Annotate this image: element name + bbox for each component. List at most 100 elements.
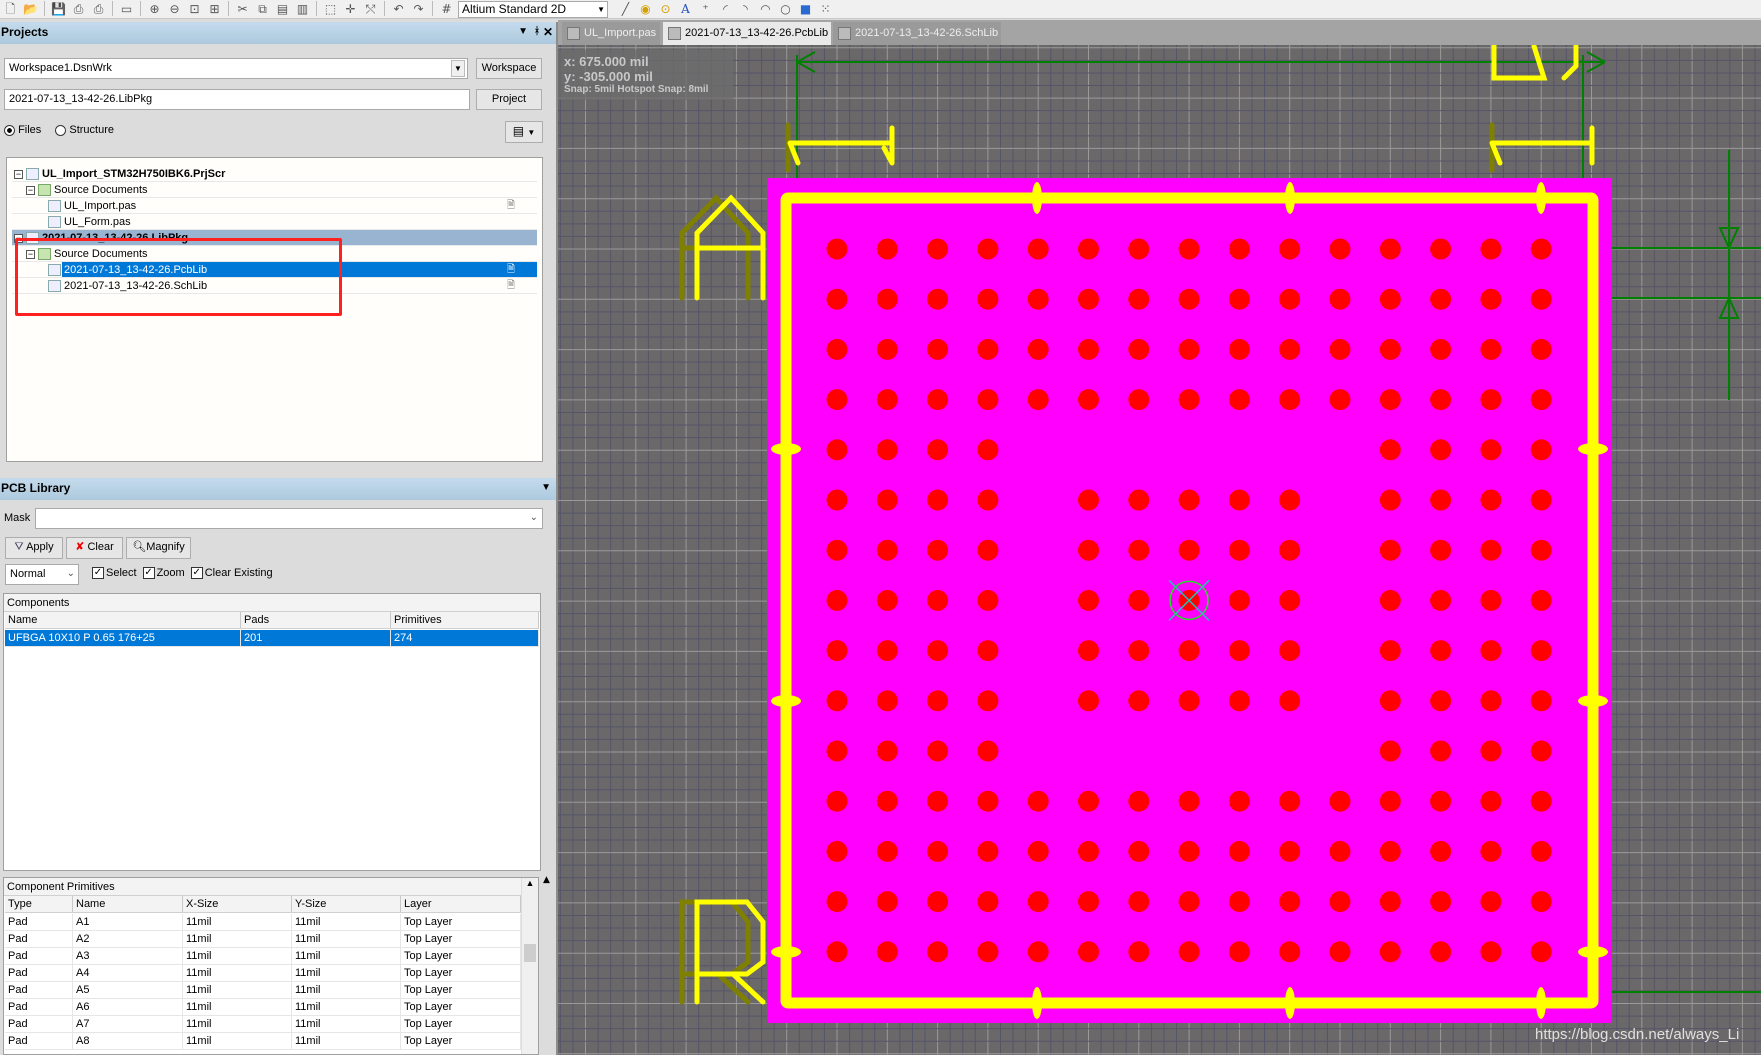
checkmark-icon: ✓	[190, 567, 203, 580]
bga-pad	[1128, 640, 1150, 662]
cut-icon[interactable]: ✂	[234, 1, 251, 17]
zoom-in-icon[interactable]: ⊕	[146, 1, 163, 17]
tree-item[interactable]: − Source Documents	[12, 182, 537, 198]
pad-icon[interactable]: ◉	[637, 1, 654, 17]
new-file-icon[interactable]: 🗋	[2, 1, 19, 17]
magnify-button[interactable]: 🔍︎Magnify	[126, 537, 191, 559]
table-row[interactable]: Pad A6 11mil 11mil Top Layer	[5, 999, 521, 1016]
project-options-button[interactable]: ▤ ▼	[505, 121, 543, 143]
panel-menu-icon[interactable]: ▼	[518, 22, 528, 42]
collapse-icon[interactable]: −	[14, 169, 23, 179]
zoom-fit-icon[interactable]: ⊡	[186, 1, 203, 17]
bga-pad	[1279, 539, 1301, 561]
bga-pad	[826, 790, 848, 812]
bga-pad	[1128, 690, 1150, 712]
deselect-icon[interactable]: ⤲	[362, 1, 379, 17]
bga-pad	[1480, 489, 1502, 511]
arc-edge-icon[interactable]: ◝	[737, 1, 754, 17]
clear-button[interactable]: ✘ Clear	[66, 537, 123, 559]
string-icon[interactable]: A	[677, 1, 694, 17]
print-preview-icon[interactable]: ⎙	[90, 1, 107, 17]
apply-button[interactable]: ⛛ Apply	[5, 537, 63, 559]
table-cell: A7	[73, 1016, 183, 1032]
mode-select[interactable]: Normal ⌄	[5, 564, 79, 585]
table-row[interactable]: Pad A2 11mil 11mil Top Layer	[5, 931, 521, 948]
column-header[interactable]: Layer	[401, 896, 521, 912]
close-icon[interactable]: ✕	[543, 22, 553, 42]
bga-pad	[1128, 941, 1150, 963]
table-row[interactable]: Pad A3 11mil 11mil Top Layer	[5, 948, 521, 965]
column-header[interactable]: Primitives	[391, 612, 539, 628]
bga-pad	[1329, 891, 1351, 913]
copy-icon[interactable]: ⧉	[254, 1, 271, 17]
bga-pad	[1178, 891, 1200, 913]
move-icon[interactable]: ✛	[342, 1, 359, 17]
project-field[interactable]: 2021-07-13_13-42-26.LibPkg	[4, 89, 470, 110]
table-row[interactable]: UFBGA 10X10 P 0.65 176+25 201 274	[5, 630, 539, 647]
pin-icon[interactable]: ᚼ	[534, 22, 540, 42]
column-header[interactable]: Name	[5, 612, 241, 628]
table-row[interactable]: Pad A7 11mil 11mil Top Layer	[5, 1016, 521, 1033]
save-icon[interactable]: 💾	[50, 1, 67, 17]
zoom-checkbox[interactable]: ✓ Zoom	[142, 567, 185, 580]
document-tab[interactable]: 2021-07-13_13-42-26.SchLib	[833, 22, 1001, 45]
column-header[interactable]: Type	[5, 896, 73, 912]
clear-existing-checkbox[interactable]: ✓ Clear Existing	[190, 567, 273, 580]
grid-icon[interactable]: #	[438, 1, 455, 17]
open-icon[interactable]: 📂	[22, 1, 39, 17]
table-row[interactable]: Pad A8 11mil 11mil Top Layer	[5, 1033, 521, 1050]
zoom-area-icon[interactable]: ⊞	[206, 1, 223, 17]
bga-pad	[1279, 338, 1301, 360]
tree-item[interactable]: UL_Import.pas 🗎	[12, 198, 537, 214]
line-icon[interactable]: ╱	[617, 1, 634, 17]
bga-pad	[1178, 238, 1200, 260]
print-icon[interactable]: ⎙	[70, 1, 87, 17]
arc-center-icon[interactable]: ◜	[717, 1, 734, 17]
mask-input[interactable]: ⌄	[35, 508, 543, 529]
workspace-select[interactable]: Workspace1.DsnWrk ▼	[4, 58, 468, 79]
table-cell: Pad	[5, 999, 73, 1015]
radio-files[interactable]: Files	[4, 124, 41, 136]
table-row[interactable]: Pad A1 11mil 11mil Top Layer	[5, 914, 521, 931]
paste-icon[interactable]: ▤	[274, 1, 291, 17]
document-tab[interactable]: 2021-07-13_13-42-26.PcbLib	[663, 22, 831, 45]
redo-icon[interactable]: ↷	[410, 1, 427, 17]
select-rect-icon[interactable]: ⬚	[322, 1, 339, 17]
column-header[interactable]: Y-Size	[292, 896, 401, 912]
via-icon[interactable]: ⊙	[657, 1, 674, 17]
project-button[interactable]: Project	[476, 89, 542, 110]
chevron-down-icon: ▼	[451, 60, 465, 77]
coordinate-icon[interactable]: ⁺	[697, 1, 714, 17]
tree-item[interactable]: − UL_Import_STM32H750IBK6.PrjScr	[12, 166, 537, 182]
panel-scroll-up-icon[interactable]: ▲	[543, 875, 550, 885]
document-tab[interactable]: UL_Import.pas	[562, 22, 660, 45]
bga-pad	[876, 539, 898, 561]
document-icon	[26, 168, 39, 181]
arc-any-icon[interactable]: ◠	[757, 1, 774, 17]
table-row[interactable]: Pad A4 11mil 11mil Top Layer	[5, 965, 521, 982]
column-header[interactable]: Pads	[241, 612, 391, 628]
collapse-icon[interactable]: −	[26, 185, 35, 195]
rubber-stamp-icon[interactable]: ▥	[294, 1, 311, 17]
full-circle-icon[interactable]: ○	[777, 1, 794, 17]
panel-menu-icon[interactable]: ▼	[541, 478, 551, 498]
table-row[interactable]: Pad A5 11mil 11mil Top Layer	[5, 982, 521, 999]
bga-pad	[1379, 338, 1401, 360]
pcb-canvas[interactable]	[558, 45, 1761, 1055]
column-header[interactable]: X-Size	[183, 896, 292, 912]
tree-item[interactable]: UL_Form.pas	[12, 214, 537, 230]
scroll-up-icon[interactable]: ▲	[522, 878, 538, 888]
primitives-scrollbar[interactable]: ▲	[521, 878, 538, 1054]
fill-icon[interactable]: ■	[797, 1, 814, 17]
zoom-out-icon[interactable]: ⊖	[166, 1, 183, 17]
select-checkbox[interactable]: ✓ Select	[92, 567, 137, 580]
workspace-button[interactable]: Workspace	[476, 58, 542, 79]
view-mode-select[interactable]: Altium Standard 2D ▼	[458, 0, 608, 18]
bga-pad	[826, 589, 848, 611]
open-doc-icon[interactable]: ▭	[118, 1, 135, 17]
column-header[interactable]: Name	[73, 896, 183, 912]
scrollbar-thumb[interactable]	[524, 944, 536, 962]
undo-icon[interactable]: ↶	[390, 1, 407, 17]
radio-structure[interactable]: Structure	[55, 124, 114, 136]
array-paste-icon[interactable]: ⁙	[817, 1, 834, 17]
